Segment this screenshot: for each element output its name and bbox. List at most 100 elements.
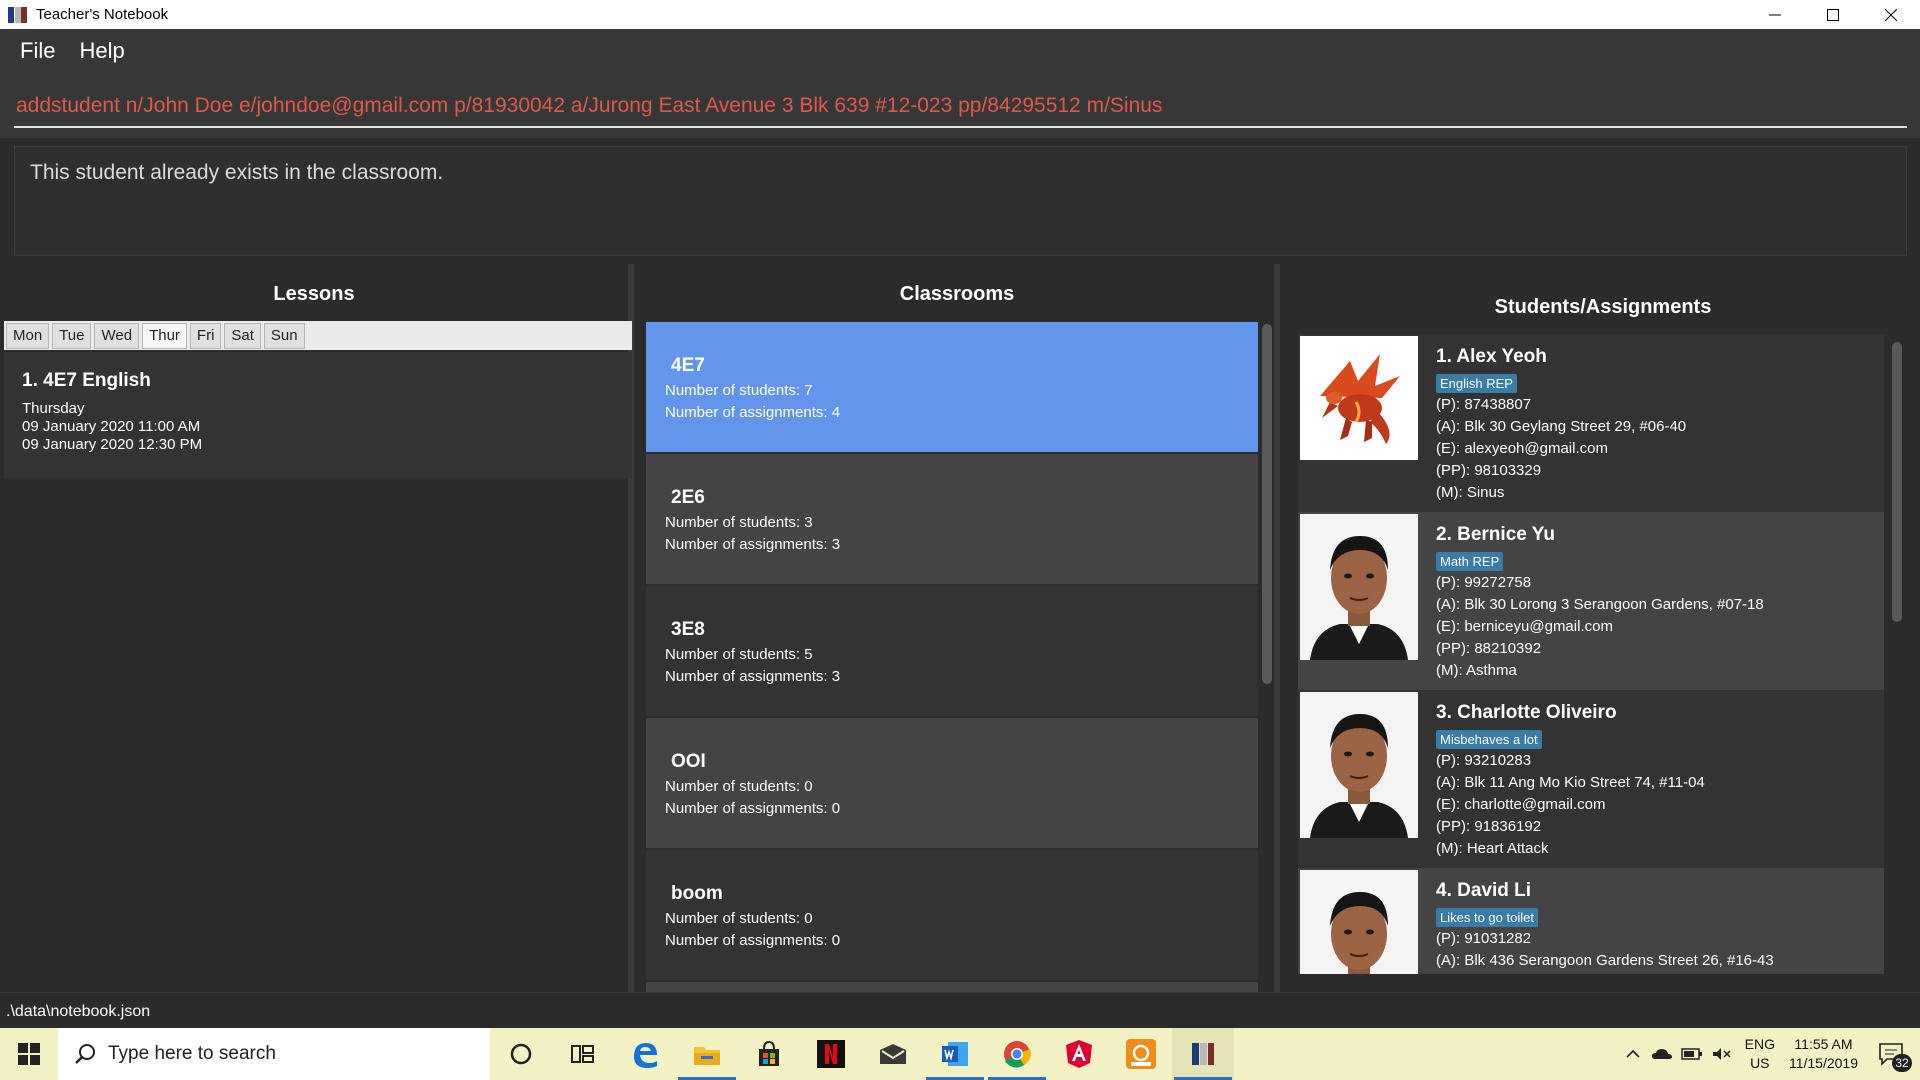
chevron-up-icon[interactable] [1625, 1046, 1641, 1062]
classroom-name: 3E8 [671, 619, 705, 640]
student-photo-dragon [1300, 336, 1418, 460]
classroom-assignments: Number of assignments: 0 [665, 932, 841, 949]
maximize-icon [1827, 8, 1839, 21]
day-tab-mon[interactable]: Mon [6, 322, 50, 349]
student-email: (E): alexyeoh@gmail.com [1436, 440, 1608, 457]
file-path: .\data\notebook.json [6, 1003, 151, 1020]
student-tag: Misbehaves a lot [1436, 730, 1542, 749]
search-icon [75, 1044, 95, 1064]
student-card[interactable]: 2. Bernice Yu Math REP (P): 99272758 (A)… [1298, 512, 1884, 690]
task-view-button[interactable] [552, 1028, 614, 1080]
student-scrollbar[interactable] [1892, 342, 1902, 622]
pdf-app-icon [1126, 1039, 1156, 1069]
day-tab-wed[interactable]: Wed [94, 322, 140, 349]
lesson-day: Thursday [22, 400, 85, 417]
taskbar-mail[interactable] [862, 1028, 924, 1080]
command-text[interactable]: addstudent n/John Doe e/johndoe@gmail.co… [16, 94, 1162, 118]
classroom-name: 4E7 [671, 355, 705, 376]
clock-date: 11/15/2019 [1788, 1055, 1858, 1071]
onedrive-icon[interactable] [1651, 1046, 1673, 1062]
classroom-students: Number of students: 3 [665, 514, 813, 531]
student-card[interactable]: 3. Charlotte Oliveiro Misbehaves a lot (… [1298, 690, 1884, 868]
windows-icon [18, 1043, 40, 1065]
search-placeholder: Type here to search [108, 1043, 276, 1064]
taskbar-edge[interactable] [614, 1028, 676, 1080]
result-display: This student already exists in the class… [14, 146, 1907, 256]
notification-count: 32 [1892, 1054, 1912, 1072]
student-address: (A): Blk 11 Ang Mo Kio Street 74, #11-04 [1436, 774, 1705, 791]
taskbar-file-explorer[interactable] [676, 1028, 738, 1080]
students-title: Students/Assignments [1494, 296, 1712, 318]
classroom-card[interactable]: 4E7 Number of students: 7 Number of assi… [646, 322, 1258, 452]
menu-file[interactable]: File [20, 38, 55, 64]
classroom-assignments: Number of assignments: 3 [665, 668, 841, 685]
classroom-name: boom [671, 883, 723, 904]
lessons-title: Lessons [273, 283, 355, 305]
cortana-button[interactable] [490, 1028, 552, 1080]
day-tab-tue[interactable]: Tue [52, 322, 92, 349]
taskbar-store[interactable] [738, 1028, 800, 1080]
student-address: (A): Blk 30 Geylang Street 29, #06-40 [1436, 418, 1687, 435]
classroom-scrollbar[interactable] [1262, 324, 1272, 684]
student-address: (A): Blk 30 Lorong 3 Serangoon Gardens, … [1436, 596, 1764, 613]
lesson-start: 09 January 2020 11:00 AM [22, 418, 201, 435]
status-bar: .\data\notebook.json [0, 992, 1920, 1028]
student-tag: Likes to go toilet [1436, 908, 1538, 927]
student-email: (E): charlotte@gmail.com [1436, 796, 1606, 813]
student-photo [1300, 692, 1418, 838]
day-tab-thur[interactable]: Thur [142, 322, 187, 349]
task-view-icon [571, 1045, 594, 1063]
title-bar: Teacher's Notebook [0, 0, 1920, 29]
student-photo [1300, 870, 1418, 974]
day-tab-fri[interactable]: Fri [189, 322, 222, 349]
classroom-card[interactable]: boom Number of students: 0 Number of ass… [646, 850, 1258, 980]
maximize-button[interactable] [1804, 0, 1862, 29]
classroom-card[interactable]: OOI Number of students: 0 Number of assi… [646, 718, 1258, 848]
menu-help[interactable]: Help [79, 38, 124, 64]
taskbar-pdf-app[interactable] [1110, 1028, 1172, 1080]
lesson-card[interactable]: 1. 4E7 English Thursday 09 January 2020 … [4, 352, 632, 478]
classroom-students: Number of students: 0 [665, 910, 813, 927]
app-icon [8, 6, 28, 24]
student-tag: English REP [1436, 374, 1517, 393]
student-medical: (M): Heart Attack [1436, 840, 1549, 857]
taskbar-chrome[interactable] [986, 1028, 1048, 1080]
classroom-card[interactable]: 2E6 Number of students: 3 Number of assi… [646, 454, 1258, 584]
student-card[interactable]: 4. David Li Likes to go toilet (P): 9103… [1298, 868, 1884, 974]
battery-icon[interactable] [1680, 1046, 1703, 1062]
day-tab-sun[interactable]: Sun [263, 322, 305, 349]
region-code: US [1750, 1055, 1770, 1071]
system-tray: ENG US 11:55 AM 11/15/2019 32 [1625, 1028, 1920, 1080]
student-address: (A): Blk 436 Serangoon Gardens Street 26… [1436, 952, 1774, 969]
classroom-name: 2E6 [671, 487, 705, 508]
lesson-name: 1. 4E7 English [22, 370, 151, 391]
action-center-button[interactable]: 32 [1874, 1034, 1914, 1074]
dragon-image [1300, 336, 1418, 460]
student-card[interactable]: 1. Alex Yeoh English REP (P): 87438807 (… [1298, 334, 1884, 512]
clock[interactable]: 11:55 AM 11/15/2019 [1789, 1035, 1858, 1073]
language-indicator[interactable]: ENG US [1745, 1035, 1775, 1073]
taskbar-word[interactable] [924, 1028, 986, 1080]
taskbar-notebook-app[interactable] [1172, 1028, 1234, 1080]
student-email: (E): berniceyu@gmail.com [1436, 618, 1613, 635]
taskbar-netflix[interactable] [800, 1028, 862, 1080]
classroom-assignments: Number of assignments: 0 [665, 800, 841, 817]
taskbar-search[interactable]: Type here to search [58, 1028, 490, 1080]
window-title: Teacher's Notebook [36, 6, 169, 23]
portrait-image [1300, 870, 1418, 974]
portrait-image [1300, 514, 1418, 660]
student-name: 3. Charlotte Oliveiro [1436, 702, 1617, 723]
store-icon [759, 1040, 779, 1066]
day-tabs: Mon Tue Wed Thur Fri Sat Sun [4, 321, 632, 350]
start-button[interactable] [0, 1028, 58, 1080]
classroom-card[interactable]: 3E8 Number of students: 5 Number of assi… [646, 586, 1258, 716]
student-phone: (P): 91031282 [1436, 930, 1532, 947]
volume-muted-icon[interactable] [1711, 1046, 1733, 1062]
taskbar-angular[interactable] [1048, 1028, 1110, 1080]
classroom-students: Number of students: 7 [665, 382, 813, 399]
language-code: ENG [1744, 1036, 1775, 1052]
day-tab-sat[interactable]: Sat [224, 322, 261, 349]
close-button[interactable] [1862, 0, 1920, 29]
minimize-button[interactable] [1746, 0, 1804, 29]
result-text: This student already exists in the class… [30, 161, 444, 184]
